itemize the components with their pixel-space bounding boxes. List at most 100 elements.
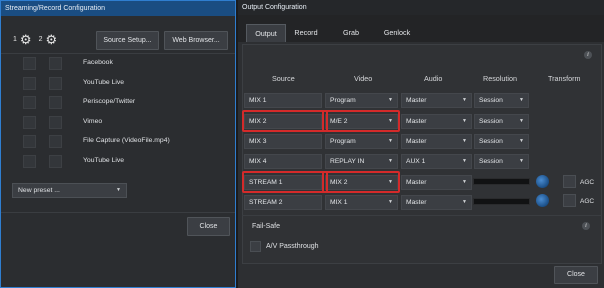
video-select[interactable]: REPLAY IN ▼	[325, 154, 398, 169]
output-configuration-panel: Output Configuration Output Record Grab …	[238, 0, 604, 288]
configure-checkbox[interactable]	[49, 135, 62, 148]
audio-value: Master	[406, 199, 427, 206]
info-icon[interactable]: i	[584, 51, 592, 59]
av-passthrough-checkbox[interactable]	[250, 241, 261, 252]
divider	[242, 215, 602, 216]
resolution-select[interactable]: Session ▼	[474, 93, 529, 108]
gain-knob[interactable]	[536, 175, 549, 188]
audio-select[interactable]: Master ▼	[401, 195, 472, 210]
agc-checkbox[interactable]	[563, 175, 576, 188]
chevron-down-icon: ▼	[462, 179, 467, 185]
source-label: YouTube Live	[83, 156, 125, 164]
agc-checkbox[interactable]	[563, 194, 576, 207]
video-select[interactable]: MIX 1 ▼	[325, 195, 398, 210]
chevron-down-icon: ▼	[388, 138, 393, 144]
column-header-source: Source	[272, 74, 295, 83]
enable-checkbox[interactable]	[23, 154, 36, 168]
source-label: Vimeo	[83, 117, 103, 125]
source-setup-button[interactable]: Source Setup...	[96, 31, 159, 50]
list-item: File Capture (VideoFile.mp4)	[11, 132, 230, 152]
video-value: MIX 1	[330, 199, 348, 206]
tab-record[interactable]: Record	[288, 24, 324, 42]
panel-title: Output Configuration	[238, 0, 604, 15]
gear-1-label: 1	[13, 36, 17, 43]
preset-select[interactable]: New preset ... ▼	[12, 183, 127, 198]
highlight-stream1-source	[242, 171, 328, 193]
close-button[interactable]: Close	[554, 266, 598, 284]
table-row: MIX 4 REPLAY IN ▼ AUX 1 ▼ Session ▼	[244, 153, 529, 170]
configure-checkbox[interactable]	[49, 154, 62, 168]
list-item: YouTube Live	[11, 74, 230, 94]
enable-checkbox[interactable]	[23, 76, 36, 90]
video-value: Program	[330, 97, 356, 104]
audio-level-meter	[473, 178, 530, 185]
resolution-select[interactable]: Session ▼	[474, 134, 529, 149]
list-item: Vimeo	[11, 113, 230, 133]
web-browser-button[interactable]: Web Browser...	[164, 31, 228, 50]
audio-select[interactable]: Master ▼	[401, 93, 472, 108]
source-label: Periscope/Twitter	[83, 98, 136, 105]
divider	[1, 212, 235, 213]
audio-value: Master	[406, 118, 427, 125]
highlight-mix2-video	[322, 110, 400, 132]
audio-level-meter	[473, 198, 530, 205]
tab-grab[interactable]: Grab	[334, 24, 368, 42]
resolution-value: Session	[479, 158, 503, 165]
enable-checkbox[interactable]	[23, 96, 36, 109]
info-icon[interactable]: i	[582, 222, 590, 230]
list-item: YouTube Live	[11, 152, 230, 172]
chevron-down-icon: ▼	[462, 199, 467, 205]
gear-icon[interactable]: ⚙	[45, 33, 57, 46]
highlight-stream1-video	[322, 171, 400, 193]
audio-value: Master	[406, 97, 427, 104]
chevron-down-icon: ▼	[388, 97, 393, 103]
resolution-select[interactable]: Session ▼	[474, 154, 529, 169]
configure-checkbox[interactable]	[49, 96, 62, 109]
source-cell: MIX 1	[244, 93, 322, 108]
audio-select[interactable]: Master ▼	[401, 175, 472, 190]
enable-checkbox[interactable]	[23, 57, 36, 70]
resolution-value: Session	[479, 97, 503, 104]
source-cell: MIX 4	[244, 154, 322, 169]
list-item: Facebook	[11, 54, 230, 74]
column-header-video: Video	[354, 74, 373, 83]
gear-icon[interactable]: ⚙	[20, 33, 32, 46]
agc-label: AGC	[580, 198, 595, 205]
enable-checkbox[interactable]	[23, 115, 36, 129]
source-list: Facebook YouTube Live Periscope/Twitter …	[11, 54, 230, 171]
table-row: MIX 3 Program ▼ Master ▼ Session ▼	[244, 133, 529, 150]
table-row: MIX 1 Program ▼ Master ▼ Session ▼	[244, 92, 529, 109]
chevron-down-icon: ▼	[519, 158, 524, 164]
gear-2-label: 2	[38, 36, 43, 43]
column-header-audio: Audio	[424, 74, 443, 83]
configure-checkbox[interactable]	[49, 76, 62, 90]
gain-knob[interactable]	[536, 194, 549, 207]
resolution-value: Session	[479, 118, 503, 125]
column-header-resolution: Resolution	[483, 74, 517, 83]
chevron-down-icon: ▼	[519, 97, 524, 103]
agc-label: AGC	[580, 179, 595, 186]
chevron-down-icon: ▼	[462, 97, 467, 103]
chevron-down-icon: ▼	[462, 138, 467, 144]
source-cell: STREAM 2	[244, 195, 322, 210]
tab-genlock[interactable]: Genlock	[378, 24, 416, 42]
gear-group: 1 ⚙ 2 ⚙	[13, 33, 57, 46]
audio-select[interactable]: Master ▼	[401, 114, 472, 129]
column-header-transform: Transform	[548, 74, 581, 83]
audio-select[interactable]: Master ▼	[401, 134, 472, 149]
configure-checkbox[interactable]	[49, 57, 62, 70]
chevron-down-icon: ▼	[116, 187, 121, 193]
resolution-value: Session	[479, 138, 503, 145]
close-button[interactable]: Close	[187, 217, 230, 236]
video-select[interactable]: Program ▼	[325, 134, 398, 149]
source-label: File Capture (VideoFile.mp4)	[83, 137, 170, 144]
configure-checkbox[interactable]	[49, 115, 62, 129]
chevron-down-icon: ▼	[388, 158, 393, 164]
failsafe-heading: Fail-Safe	[252, 223, 281, 230]
video-select[interactable]: Program ▼	[325, 93, 398, 108]
audio-select[interactable]: AUX 1 ▼	[401, 154, 472, 169]
enable-checkbox[interactable]	[23, 135, 36, 148]
audio-value: Master	[406, 179, 427, 186]
tab-output[interactable]: Output	[246, 24, 286, 42]
resolution-select[interactable]: Session ▼	[474, 114, 529, 129]
